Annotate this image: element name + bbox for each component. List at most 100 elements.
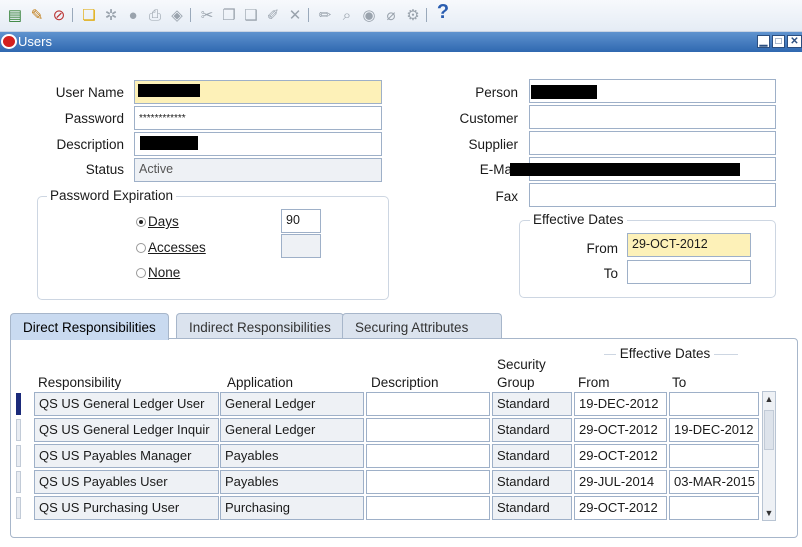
paste-icon[interactable]: ❑ — [240, 4, 262, 26]
row-indicator[interactable] — [16, 471, 21, 493]
next-step-icon[interactable]: ● — [122, 4, 144, 26]
description-cell[interactable] — [366, 496, 490, 520]
person-label: Person — [475, 85, 518, 100]
to-cell[interactable] — [669, 496, 759, 520]
toolbar-separator — [426, 8, 427, 22]
responsibility-cell[interactable]: QS US Purchasing User — [34, 496, 219, 520]
save-icon[interactable]: ✲ — [100, 4, 122, 26]
password-expiration-title: Password Expiration — [47, 188, 177, 203]
status-label: Status — [85, 162, 124, 177]
minimize-icon[interactable]: ▁ — [757, 35, 770, 48]
cut-icon[interactable]: ✂ — [196, 4, 218, 26]
from-header: From — [578, 375, 610, 390]
security-group-header-line2: Group — [497, 375, 535, 390]
application-cell[interactable]: General Ledger — [220, 392, 364, 416]
attachments-icon[interactable]: ⌀ — [380, 4, 402, 26]
password-label: Password — [64, 111, 124, 126]
password-field[interactable]: ************ — [134, 106, 382, 130]
translations-icon[interactable]: ◉ — [358, 4, 380, 26]
effective-dates-group — [519, 220, 776, 298]
users-form: User Name Password ************ Descript… — [0, 52, 802, 547]
accesses-radio[interactable]: Accesses — [136, 240, 206, 255]
status-field: Active — [134, 158, 382, 182]
edit-icon[interactable]: ✏ — [314, 4, 336, 26]
clear-record-icon[interactable]: ✐ — [262, 4, 284, 26]
application-cell[interactable]: Purchasing — [220, 496, 364, 520]
close-form-icon[interactable]: ◈ — [166, 4, 188, 26]
description-cell[interactable] — [366, 392, 490, 416]
responsibility-cell[interactable]: QS US General Ledger User — [34, 392, 219, 416]
help-icon[interactable]: ? — [432, 1, 454, 23]
redaction-bar — [531, 85, 597, 99]
tab-indirect-responsibilities[interactable]: Indirect Responsibilities — [176, 313, 344, 339]
responsibility-cell[interactable]: QS US General Ledger Inquir — [34, 418, 219, 442]
row-indicator[interactable] — [16, 497, 21, 519]
scroll-thumb[interactable] — [764, 410, 774, 450]
days-radio[interactable]: Days — [136, 214, 179, 229]
none-radio[interactable]: None — [136, 265, 180, 280]
description-cell[interactable] — [366, 470, 490, 494]
application-cell[interactable]: General Ledger — [220, 418, 364, 442]
accesses-field — [281, 234, 321, 258]
effective-from-field[interactable]: 29-OCT-2012 — [627, 233, 751, 257]
responsibility-cell[interactable]: QS US Payables Manager — [34, 444, 219, 468]
application-cell[interactable]: Payables — [220, 470, 364, 494]
security-group-cell[interactable]: Standard — [492, 418, 572, 442]
search-icon[interactable]: ✎ — [26, 4, 48, 26]
to-header: To — [672, 375, 687, 390]
row-indicator-current[interactable] — [16, 393, 21, 415]
effective-to-field[interactable] — [627, 260, 751, 284]
from-cell[interactable]: 29-OCT-2012 — [574, 496, 667, 520]
table-scrollbar[interactable]: ▲ ▼ — [762, 391, 776, 521]
description-cell[interactable] — [366, 418, 490, 442]
responsibility-cell[interactable]: QS US Payables User — [34, 470, 219, 494]
email-label: E-Mail — [479, 162, 518, 177]
print-icon[interactable]: ⎙ — [144, 4, 166, 26]
redaction-bar — [138, 84, 200, 97]
row-indicator[interactable] — [16, 445, 21, 467]
radio-icon — [136, 268, 146, 279]
from-cell[interactable]: 29-JUL-2014 — [574, 470, 667, 494]
customer-label: Customer — [459, 111, 518, 126]
window-titlebar: Users ▁ □ ✕ — [0, 32, 802, 52]
zoom-icon[interactable]: ⌕ — [336, 4, 358, 26]
days-field[interactable]: 90 — [281, 209, 321, 233]
copy-icon[interactable]: ❐ — [218, 4, 240, 26]
security-group-cell[interactable]: Standard — [492, 444, 572, 468]
from-cell[interactable]: 29-OCT-2012 — [574, 444, 667, 468]
new-record-icon[interactable]: ▤ — [4, 4, 26, 26]
security-group-cell[interactable]: Standard — [492, 392, 572, 416]
tab-direct-responsibilities[interactable]: Direct Responsibilities — [10, 313, 169, 340]
row-indicator[interactable] — [16, 419, 21, 441]
security-group-cell[interactable]: Standard — [492, 470, 572, 494]
navigate-icon[interactable]: ⊘ — [48, 4, 70, 26]
folder-tools-icon[interactable]: ⚙ — [402, 4, 424, 26]
close-icon[interactable]: ✕ — [787, 35, 802, 48]
to-cell[interactable] — [669, 444, 759, 468]
fax-field[interactable] — [529, 183, 776, 207]
maximize-icon[interactable]: □ — [772, 35, 785, 48]
none-label: None — [148, 265, 181, 280]
security-group-cell[interactable]: Standard — [492, 496, 572, 520]
tab-securing-attributes[interactable]: Securing Attributes — [342, 313, 502, 339]
radio-selected-icon — [136, 217, 146, 228]
supplier-field[interactable] — [529, 131, 776, 155]
to-cell[interactable]: 19-DEC-2012 — [669, 418, 759, 442]
application-cell[interactable]: Payables — [220, 444, 364, 468]
delete-record-icon[interactable]: ✕ — [284, 4, 306, 26]
responsibility-header: Responsibility — [38, 375, 122, 390]
from-cell[interactable]: 29-OCT-2012 — [574, 418, 667, 442]
to-cell[interactable] — [669, 392, 759, 416]
fax-label: Fax — [495, 189, 518, 204]
scroll-down-icon[interactable]: ▼ — [763, 506, 775, 520]
from-cell[interactable]: 19-DEC-2012 — [574, 392, 667, 416]
open-folder-icon[interactable]: ❏ — [78, 4, 100, 26]
user-name-label: User Name — [55, 85, 124, 100]
to-cell[interactable]: 03-MAR-2015 — [669, 470, 759, 494]
redaction-bar — [140, 136, 198, 150]
redaction-bar — [510, 163, 740, 176]
effective-dates-header-label: Effective Dates — [619, 346, 711, 361]
scroll-up-icon[interactable]: ▲ — [763, 392, 775, 406]
customer-field[interactable] — [529, 105, 776, 129]
description-cell[interactable] — [366, 444, 490, 468]
